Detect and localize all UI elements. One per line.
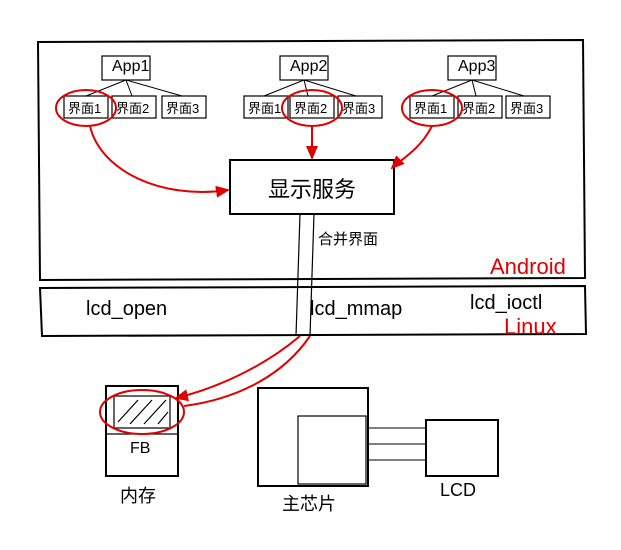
- lcd-ioctl-label: lcd_ioctl: [470, 292, 542, 315]
- merge-label: 合并界面: [318, 228, 378, 249]
- lcd-box: [426, 420, 498, 476]
- app1-surface2-label: 界面2: [116, 98, 149, 117]
- chip-label: 主芯片: [282, 490, 336, 516]
- arrow-mmap-to-fb-1: [176, 336, 300, 398]
- arrow-app1-to-service: [90, 126, 228, 192]
- arrow-mmap-to-fb-2: [184, 336, 310, 406]
- app2-surface1-label: 界面1: [248, 98, 281, 117]
- memory-label: 内存: [120, 482, 156, 508]
- app2-surface2-label: 界面2: [294, 98, 327, 117]
- app2-surface3-label: 界面3: [342, 98, 375, 117]
- fb-label: FB: [130, 440, 150, 458]
- app3-surface1-label: 界面1: [414, 98, 447, 117]
- app3-label: App3: [458, 58, 495, 76]
- app1-label: App1: [112, 58, 149, 76]
- chip-inner-box: [298, 416, 366, 484]
- android-layer-label: Android: [490, 254, 566, 280]
- lcd-open-label: lcd_open: [86, 298, 167, 321]
- arrow-app3-to-service: [392, 126, 432, 168]
- display-service-label: 显示服务: [268, 172, 356, 204]
- app1-surface3-label: 界面3: [166, 98, 199, 117]
- app2-label: App2: [290, 58, 327, 76]
- memory-box: [106, 386, 178, 476]
- chip-box: [258, 388, 368, 486]
- fb-buffer-box: [114, 396, 170, 428]
- app1-surface1-label: 界面1: [68, 98, 101, 117]
- red-circle-fb: [100, 390, 184, 434]
- lcd-label: LCD: [440, 480, 476, 501]
- lcd-mmap-label: lcd_mmap: [310, 298, 402, 321]
- app3-surface3-label: 界面3: [510, 98, 543, 117]
- app3-surface2-label: 界面2: [462, 98, 495, 117]
- linux-layer-label: Linux: [504, 314, 557, 340]
- android-layer-box: [38, 40, 585, 280]
